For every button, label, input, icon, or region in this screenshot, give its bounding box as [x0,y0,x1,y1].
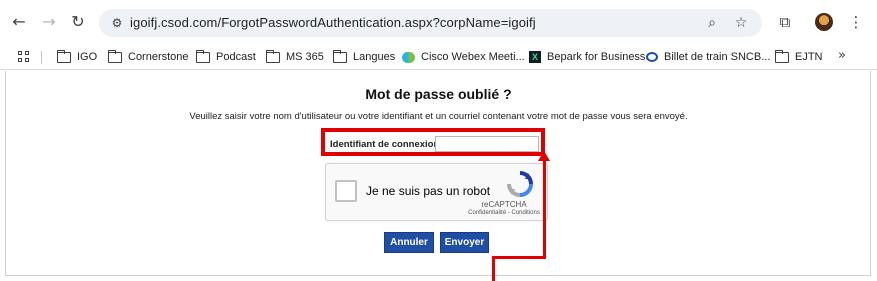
bookmark-label: Cornerstone [128,51,189,63]
reload-icon[interactable]: ↻ [68,12,88,32]
bookmark-label: MS 365 [286,51,324,63]
bookmark-label: Cisco Webex Meeti... [421,51,525,63]
url-text[interactable]: igoifj.csod.com/ForgotPasswordAuthentica… [130,15,536,30]
folder-icon [266,49,280,63]
bookmark-label: Podcast [216,51,256,63]
bookmark-label: Bepark for Business [547,51,646,63]
annotation-arrow-line [492,256,495,281]
bookmark-igo[interactable]: IGO [57,49,97,65]
cancel-button[interactable]: Annuler [384,232,434,253]
kebab-menu-icon[interactable]: ⋮ [846,12,866,32]
folder-icon [775,49,789,63]
recaptcha-logo-icon [507,171,533,197]
bookmark-bepark[interactable]: X Bepark for Business [529,49,645,65]
login-input[interactable] [435,136,539,152]
bookmark-podcast[interactable]: Podcast [196,49,256,65]
zoom-icon[interactable]: ⌕ [702,13,722,33]
instructions-text: Veuillez saisir votre nom d'utilisateur … [189,111,688,122]
folder-icon [57,49,71,63]
sncb-icon [646,52,658,62]
bookmark-label: Langues [353,51,396,63]
annotation-arrow-line [492,256,546,259]
avatar[interactable] [815,13,833,31]
bookmarks-bar: IGO Cornerstone Podcast MS 365 Langues C… [0,44,877,70]
bookmark-cornerstone[interactable]: Cornerstone [108,49,189,65]
star-icon[interactable]: ☆ [731,13,751,33]
page-content: Mot de passe oublié ? Veuillez saisir vo… [0,71,877,281]
bookmark-webex[interactable]: Cisco Webex Meeti... [402,49,525,65]
bookmark-sncb[interactable]: Billet de train SNCB... [646,49,770,65]
folder-icon [333,49,347,63]
bookmark-label: EJTN [795,51,823,63]
recaptcha-label: Je ne suis pas un robot [366,184,491,198]
recaptcha-checkbox[interactable] [335,180,357,202]
recaptcha-links[interactable]: Confidentialité - Conditions [461,210,547,216]
bookmark-langues[interactable]: Langues [333,49,395,65]
annotation-arrow-head [538,151,550,161]
webex-icon [402,51,415,63]
bookmark-label: IGO [77,51,98,63]
login-label: Identifiant de connexion [330,139,440,150]
bookmark-ejtn[interactable]: EJTN [775,49,823,65]
forward-icon[interactable]: → [39,12,59,32]
page-title: Mot de passe oublié ? [365,86,512,102]
annotation-arrow-line [543,161,546,259]
back-icon[interactable]: ← [9,12,29,32]
address-bar[interactable]: ⚙ igoifj.csod.com/ForgotPasswordAuthenti… [99,9,762,37]
bookmark-ms365[interactable]: MS 365 [266,49,324,65]
bookmarks-more-icon[interactable]: » [838,48,846,63]
recaptcha-widget: Je ne suis pas un robot reCAPTCHA Confid… [325,163,548,221]
bookmarks-separator [41,51,42,64]
site-info-icon[interactable]: ⚙ [109,14,125,32]
browser-window: ← → ↻ ⚙ igoifj.csod.com/ForgotPasswordAu… [0,0,877,281]
apps-grid-icon[interactable] [18,51,29,62]
recaptcha-brand: reCAPTCHA [481,200,527,209]
extensions-icon[interactable]: ⧉ [775,12,795,32]
bepark-icon: X [529,51,541,63]
bookmark-label: Billet de train SNCB... [664,51,771,63]
folder-icon [196,49,210,63]
folder-icon [108,49,122,63]
send-button[interactable]: Envoyer [440,232,489,253]
browser-toolbar: ← → ↻ ⚙ igoifj.csod.com/ForgotPasswordAu… [0,0,877,44]
